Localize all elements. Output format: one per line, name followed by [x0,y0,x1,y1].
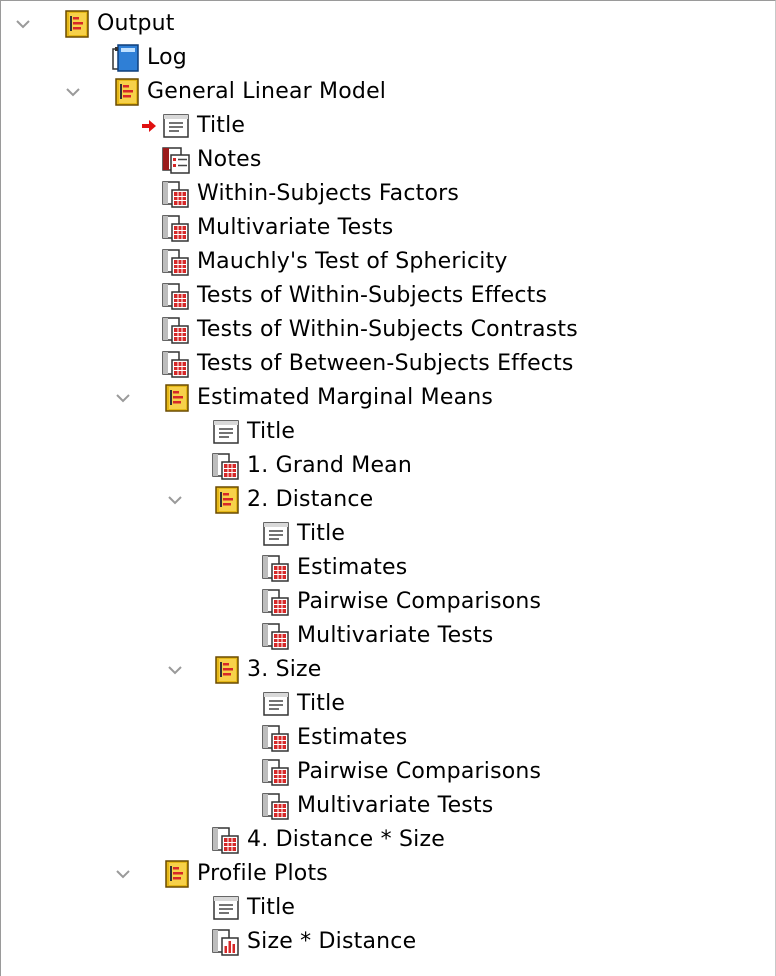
tree-node-label: Estimates [297,555,408,580]
tree-node-log[interactable]: Log [109,41,187,75]
tree-node-label: Log [147,45,187,70]
red-arrow-icon [141,109,157,143]
collapse-chevron-icon[interactable] [111,857,135,891]
table-icon [159,245,193,279]
table-icon [209,823,243,857]
table-icon [259,755,293,789]
procedure-book-icon [209,483,243,517]
output-navigator-tree: Output Log General Linear Model Title No… [0,0,776,976]
tree-node-within-subjects-contrasts[interactable]: Tests of Within-Subjects Contrasts [159,313,578,347]
tree-node-label: 4. Distance * Size [247,827,445,852]
tree-node-notes[interactable]: Notes [159,143,262,177]
table-icon [259,789,293,823]
tree-node-label: Size * Distance [247,929,417,954]
table-icon [259,585,293,619]
tree-node-label: Title [297,521,346,546]
table-icon [159,279,193,313]
tree-node-size-title[interactable]: Title [259,687,345,721]
tree-node-general-linear-model[interactable]: General Linear Model [109,75,386,109]
tree-node-grand-mean[interactable]: 1. Grand Mean [209,449,412,483]
tree-node-between-subjects-effects[interactable]: Tests of Between-Subjects Effects [159,347,574,381]
title-icon [209,891,243,925]
tree-node-label: Output [97,11,175,36]
chart-icon [209,925,243,959]
tree-node-distance-multivariate-tests[interactable]: Multivariate Tests [259,619,493,653]
tree-node-size-multivariate-tests[interactable]: Multivariate Tests [259,789,493,823]
table-icon [159,211,193,245]
tree-node-label: Multivariate Tests [297,793,494,818]
tree-node-label: Mauchly's Test of Sphericity [197,249,508,274]
table-icon [159,177,193,211]
table-icon [209,449,243,483]
notes-icon [159,143,193,177]
tree-node-label: Profile Plots [197,861,328,886]
title-icon [159,109,193,143]
title-icon [259,517,293,551]
tree-node-within-subjects-factors[interactable]: Within-Subjects Factors [159,177,459,211]
tree-node-label: Title [247,419,296,444]
tree-node-label: Multivariate Tests [297,623,494,648]
tree-node-size-estimates[interactable]: Estimates [259,721,407,755]
table-icon [159,313,193,347]
tree-node-label: Tests of Within-Subjects Effects [197,283,548,308]
table-icon [259,721,293,755]
tree-node-profile-plots[interactable]: Profile Plots [159,857,328,891]
collapse-chevron-icon[interactable] [163,483,187,517]
table-icon [259,551,293,585]
tree-node-distance-estimates[interactable]: Estimates [259,551,407,585]
tree-node-label: Tests of Within-Subjects Contrasts [197,317,578,342]
collapse-chevron-icon[interactable] [61,75,85,109]
tree-node-label: Title [297,691,346,716]
tree-node-label: Tests of Between-Subjects Effects [197,351,574,376]
tree-node-distance[interactable]: 2. Distance [209,483,373,517]
tree-node-label: Pairwise Comparisons [297,759,542,784]
tree-node-size[interactable]: 3. Size [209,653,322,687]
tree-node-label: Estimates [297,725,408,750]
tree-node-emm-title[interactable]: Title [209,415,295,449]
procedure-book-icon [159,857,193,891]
collapse-chevron-icon[interactable] [163,653,187,687]
tree-node-distance-title[interactable]: Title [259,517,345,551]
tree-node-label: Notes [197,147,262,172]
procedure-book-icon [209,653,243,687]
tree-node-distance-pairwise-comparisons[interactable]: Pairwise Comparisons [259,585,541,619]
tree-node-estimated-marginal-means[interactable]: Estimated Marginal Means [159,381,493,415]
tree-node-label: 1. Grand Mean [247,453,413,478]
tree-node-label: Multivariate Tests [197,215,394,240]
tree-node-label: Estimated Marginal Means [197,385,494,410]
tree-node-label: 2. Distance [247,487,374,512]
procedure-book-icon [109,75,143,109]
tree-node-size-distance-plot[interactable]: Size * Distance [209,925,416,959]
tree-node-label: Title [197,113,246,138]
tree-node-mauchlys-test[interactable]: Mauchly's Test of Sphericity [159,245,508,279]
tree-node-label: General Linear Model [147,79,387,104]
tree-node-label: 3. Size [247,657,322,682]
tree-node-within-subjects-effects[interactable]: Tests of Within-Subjects Effects [159,279,547,313]
tree-node-size-pairwise-comparisons[interactable]: Pairwise Comparisons [259,755,541,789]
procedure-book-icon [159,381,193,415]
tree-node-distance-size[interactable]: 4. Distance * Size [209,823,445,857]
tree-node-multivariate-tests[interactable]: Multivariate Tests [159,211,393,245]
title-icon [209,415,243,449]
collapse-chevron-icon[interactable] [111,381,135,415]
collapse-chevron-icon[interactable] [11,7,35,41]
tree-node-output[interactable]: Output [59,7,175,41]
table-icon [259,619,293,653]
tree-node-title[interactable]: Title [159,109,245,143]
log-book-icon [109,41,143,75]
tree-node-label: Title [247,895,296,920]
title-icon [259,687,293,721]
output-book-icon [59,7,93,41]
tree-node-profile-title[interactable]: Title [209,891,295,925]
tree-node-label: Pairwise Comparisons [297,589,542,614]
tree-node-label: Within-Subjects Factors [197,181,460,206]
table-icon [159,347,193,381]
